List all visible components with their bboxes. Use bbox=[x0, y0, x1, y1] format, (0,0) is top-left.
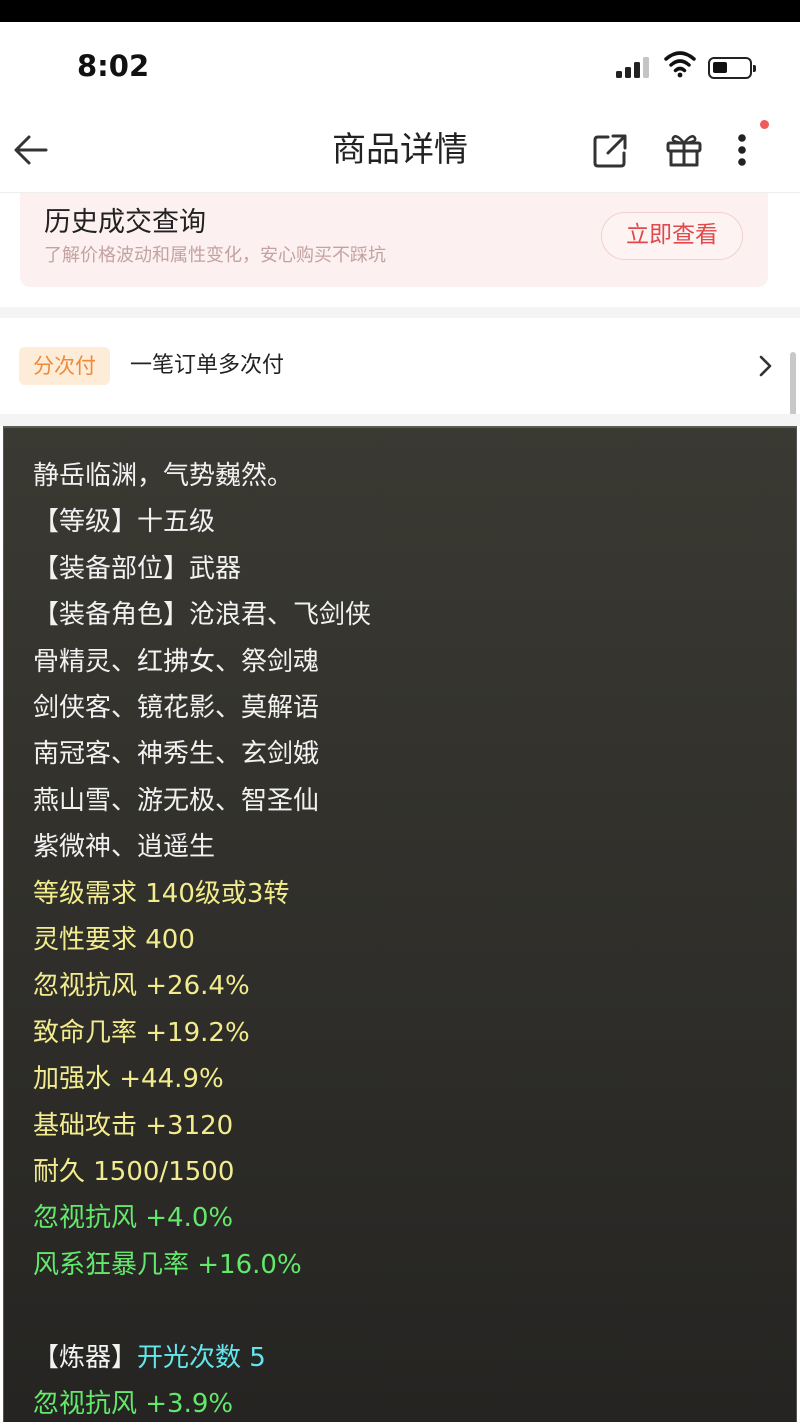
item-roles-line: 剑侠客、镜花影、莫解语 bbox=[33, 693, 320, 723]
refine-value: 开光次数 5 bbox=[137, 1343, 266, 1373]
item-refine-line: 【炼器】开光次数 5 bbox=[33, 1340, 266, 1376]
cellular-signal-icon bbox=[616, 56, 654, 78]
item-roles-line: 南冠客、神秀生、玄剑娥 bbox=[33, 739, 320, 769]
item-stat: 加强水 +44.9% bbox=[33, 1064, 224, 1094]
section-divider bbox=[0, 307, 800, 318]
item-roles-line: 骨精灵、红拂女、祭剑魂 bbox=[33, 647, 320, 677]
installment-text: 一笔订单多次付 bbox=[130, 353, 285, 378]
installment-tag: 分次付 bbox=[19, 347, 110, 385]
item-slot: 【装备部位】武器 bbox=[33, 554, 242, 584]
item-extra-stat: 风系狂暴几率 +16.0% bbox=[33, 1250, 302, 1280]
back-arrow-icon[interactable] bbox=[12, 130, 52, 170]
item-description: 静岳临渊，气势巍然。 bbox=[33, 461, 294, 491]
item-requirement: 灵性要求 400 bbox=[33, 925, 195, 955]
history-title: 历史成交查询 bbox=[44, 207, 206, 238]
notification-dot bbox=[760, 120, 769, 129]
item-extra-stat: 忽视抗风 +4.0% bbox=[33, 1203, 234, 1233]
item-stat: 致命几率 +19.2% bbox=[33, 1018, 250, 1048]
refine-stat: 忽视抗风 +3.9% bbox=[33, 1389, 234, 1419]
item-stat: 忽视抗风 +26.4% bbox=[33, 971, 250, 1001]
item-attributes-panel: 静岳临渊，气势巍然。 【等级】十五级 【装备部位】武器 【装备角色】沧浪君、飞剑… bbox=[3, 426, 797, 1422]
page-title: 商品详情 bbox=[332, 130, 468, 170]
price-history-banner: 历史成交查询 了解价格波动和属性变化，安心购买不踩坑 立即查看 bbox=[20, 193, 768, 287]
item-stat: 基础攻击 +3120 bbox=[33, 1111, 234, 1141]
history-subtitle: 了解价格波动和属性变化，安心购买不踩坑 bbox=[44, 245, 386, 266]
section-divider bbox=[0, 414, 800, 426]
item-level: 【等级】十五级 bbox=[33, 507, 216, 537]
refine-label: 【炼器】 bbox=[33, 1343, 138, 1373]
status-time: 8:02 bbox=[77, 49, 150, 83]
navigation-bar: 商品详情 bbox=[0, 110, 800, 193]
item-roles-line: 紫微神、逍遥生 bbox=[33, 832, 216, 862]
gift-icon[interactable] bbox=[664, 130, 704, 170]
view-history-button[interactable]: 立即查看 bbox=[601, 212, 743, 260]
status-bar: 8:02 bbox=[0, 22, 800, 110]
wifi-icon bbox=[664, 51, 696, 78]
battery-icon bbox=[708, 57, 756, 79]
item-roles-line: 燕山雪、游无极、智圣仙 bbox=[33, 786, 320, 816]
top-black-bar bbox=[0, 0, 800, 22]
share-icon[interactable] bbox=[591, 132, 629, 170]
item-requirement: 等级需求 140级或3转 bbox=[33, 879, 290, 909]
installment-payment-row[interactable]: 分次付 一笔订单多次付 bbox=[0, 318, 800, 414]
item-stat: 耐久 1500/1500 bbox=[33, 1157, 235, 1187]
item-roles-line: 【装备角色】沧浪君、飞剑侠 bbox=[33, 600, 372, 630]
more-options-icon[interactable] bbox=[732, 130, 752, 170]
chevron-right-icon bbox=[759, 355, 772, 377]
